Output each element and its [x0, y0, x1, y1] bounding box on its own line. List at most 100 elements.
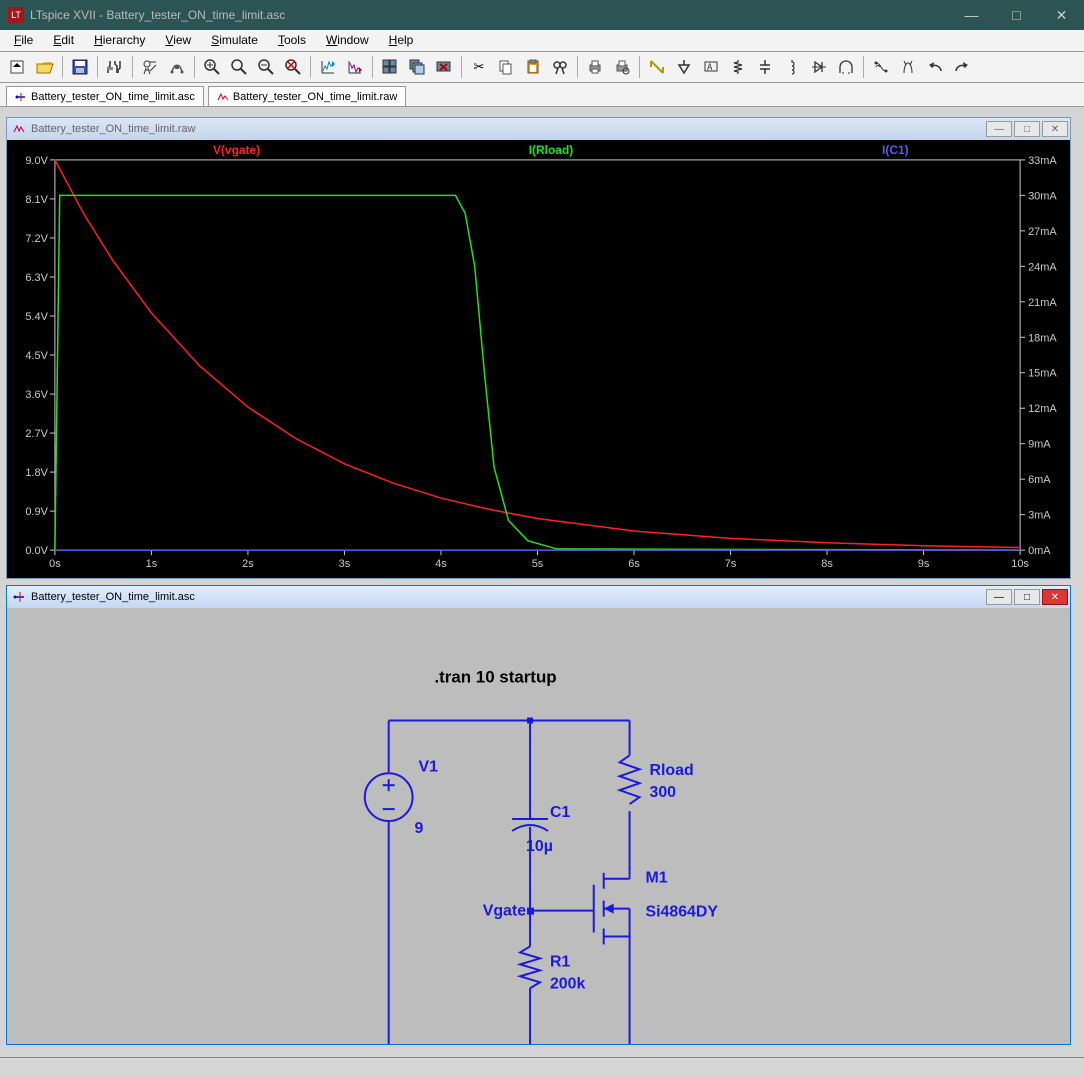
legend-I(C1)[interactable]: I(C1): [882, 143, 909, 157]
schematic-window-title-bar[interactable]: Battery_tester_ON_time_limit.asc — □ ✕: [7, 586, 1070, 608]
window-title-bar: LT LTspice XVII - Battery_tester_ON_time…: [0, 0, 1084, 30]
ytick-right: 12mA: [1028, 403, 1057, 415]
close-subwindow-button[interactable]: ✕: [1042, 589, 1068, 605]
menu-simulate[interactable]: Simulate: [201, 30, 268, 51]
trace-I(Rload)[interactable]: [55, 195, 1020, 550]
search-button[interactable]: [548, 55, 572, 79]
m1-value[interactable]: Si4864DY: [646, 904, 719, 921]
ytick-left: 4.5V: [25, 350, 48, 362]
move-button[interactable]: [869, 55, 893, 79]
trace-V(vgate)[interactable]: [55, 160, 1020, 548]
svg-text:A: A: [707, 63, 713, 73]
component-rload[interactable]: [620, 755, 640, 804]
ytick-left: 0.9V: [25, 506, 48, 518]
r1-name[interactable]: R1: [550, 953, 570, 970]
minimize-subwindow-button[interactable]: —: [986, 589, 1012, 605]
menu-window[interactable]: Window: [316, 30, 379, 51]
toolbar-separator: [62, 56, 63, 78]
open-button[interactable]: [33, 55, 57, 79]
ground-button[interactable]: [672, 55, 696, 79]
maximize-subwindow-button[interactable]: □: [1014, 589, 1040, 605]
resistor-button[interactable]: [726, 55, 750, 79]
run-button[interactable]: [138, 55, 162, 79]
copy-button[interactable]: [494, 55, 518, 79]
component-m1[interactable]: [594, 865, 630, 945]
autorange-y-button[interactable]: [316, 55, 340, 79]
m1-name[interactable]: M1: [646, 870, 668, 887]
plot-area[interactable]: 0s1s2s3s4s5s6s7s8s9s10s0.0V0.9V1.8V2.7V3…: [7, 140, 1070, 578]
zoom-in-button[interactable]: [200, 55, 224, 79]
tab-raw[interactable]: Battery_tester_ON_time_limit.raw: [208, 86, 406, 106]
v1-value[interactable]: 9: [415, 820, 424, 837]
inductor-button[interactable]: [780, 55, 804, 79]
c1-value[interactable]: 10µ: [526, 838, 553, 855]
zoom-out-button[interactable]: [254, 55, 278, 79]
ytick-left: 9.0V: [25, 155, 48, 167]
toolbar-separator: [639, 56, 640, 78]
menu-help[interactable]: Help: [379, 30, 424, 51]
capacitor-button[interactable]: [753, 55, 777, 79]
halt-button[interactable]: [165, 55, 189, 79]
drag-button[interactable]: [896, 55, 920, 79]
label-net-button[interactable]: A: [699, 55, 723, 79]
xtick: 0s: [49, 558, 61, 570]
paste-button[interactable]: [521, 55, 545, 79]
ytick-right: 27mA: [1028, 226, 1057, 238]
wire-button[interactable]: [645, 55, 669, 79]
component-c1[interactable]: [512, 805, 548, 841]
autorange-x-button[interactable]: [343, 55, 367, 79]
tab-label: Battery_tester_ON_time_limit.asc: [31, 91, 195, 103]
ytick-left: 5.4V: [25, 311, 48, 323]
document-tabs: Battery_tester_ON_time_limit.asc Battery…: [0, 83, 1084, 107]
print-setup-button[interactable]: [610, 55, 634, 79]
xtick: 4s: [435, 558, 447, 570]
undo-button[interactable]: [923, 55, 947, 79]
cut-button[interactable]: ✂: [467, 55, 491, 79]
c1-name[interactable]: C1: [550, 804, 570, 821]
close-subwindow-button[interactable]: ✕: [1042, 121, 1068, 137]
xtick: 3s: [339, 558, 351, 570]
schematic-canvas[interactable]: .tran 10 startup V1 9: [7, 608, 1070, 1044]
control-panel-button[interactable]: [103, 55, 127, 79]
ytick-right: 15mA: [1028, 368, 1057, 380]
diode-button[interactable]: [807, 55, 831, 79]
minimize-button[interactable]: —: [949, 0, 994, 30]
cascade-windows-button[interactable]: [405, 55, 429, 79]
close-windows-button[interactable]: [432, 55, 456, 79]
xtick: 9s: [918, 558, 930, 570]
status-bar: [0, 1057, 1084, 1077]
component-v1[interactable]: [365, 773, 413, 821]
spice-directive[interactable]: .tran 10 startup: [434, 668, 556, 687]
tile-windows-button[interactable]: [378, 55, 402, 79]
menu-hierarchy[interactable]: Hierarchy: [84, 30, 155, 51]
ytick-right: 21mA: [1028, 297, 1057, 309]
menu-edit[interactable]: Edit: [43, 30, 84, 51]
node-vgate-label[interactable]: Vgate: [483, 903, 526, 920]
component-button[interactable]: [834, 55, 858, 79]
zoom-pan-button[interactable]: [227, 55, 251, 79]
v1-name[interactable]: V1: [419, 758, 439, 775]
r1-value[interactable]: 200k: [550, 975, 586, 992]
component-r1[interactable]: [520, 946, 540, 988]
rload-name[interactable]: Rload: [649, 762, 693, 779]
minimize-subwindow-button[interactable]: —: [986, 121, 1012, 137]
rload-value[interactable]: 300: [649, 784, 676, 801]
menu-view[interactable]: View: [155, 30, 201, 51]
tab-asc[interactable]: Battery_tester_ON_time_limit.asc: [6, 86, 204, 106]
close-button[interactable]: ✕: [1039, 0, 1084, 30]
new-schematic-button[interactable]: [6, 55, 30, 79]
window-controls: — □ ✕: [949, 0, 1084, 30]
menu-tools[interactable]: Tools: [268, 30, 316, 51]
ytick-left: 1.8V: [25, 467, 48, 479]
maximize-button[interactable]: □: [994, 0, 1039, 30]
zoom-fit-button[interactable]: [281, 55, 305, 79]
maximize-subwindow-button[interactable]: □: [1014, 121, 1040, 137]
menu-file[interactable]: File: [4, 30, 43, 51]
toolbar-separator: [97, 56, 98, 78]
redo-button[interactable]: [950, 55, 974, 79]
legend-I(Rload)[interactable]: I(Rload): [529, 143, 574, 157]
legend-V(vgate)[interactable]: V(vgate): [213, 143, 260, 157]
print-button[interactable]: [583, 55, 607, 79]
plot-window-title-bar[interactable]: Battery_tester_ON_time_limit.raw — □ ✕: [7, 118, 1070, 140]
save-button[interactable]: [68, 55, 92, 79]
